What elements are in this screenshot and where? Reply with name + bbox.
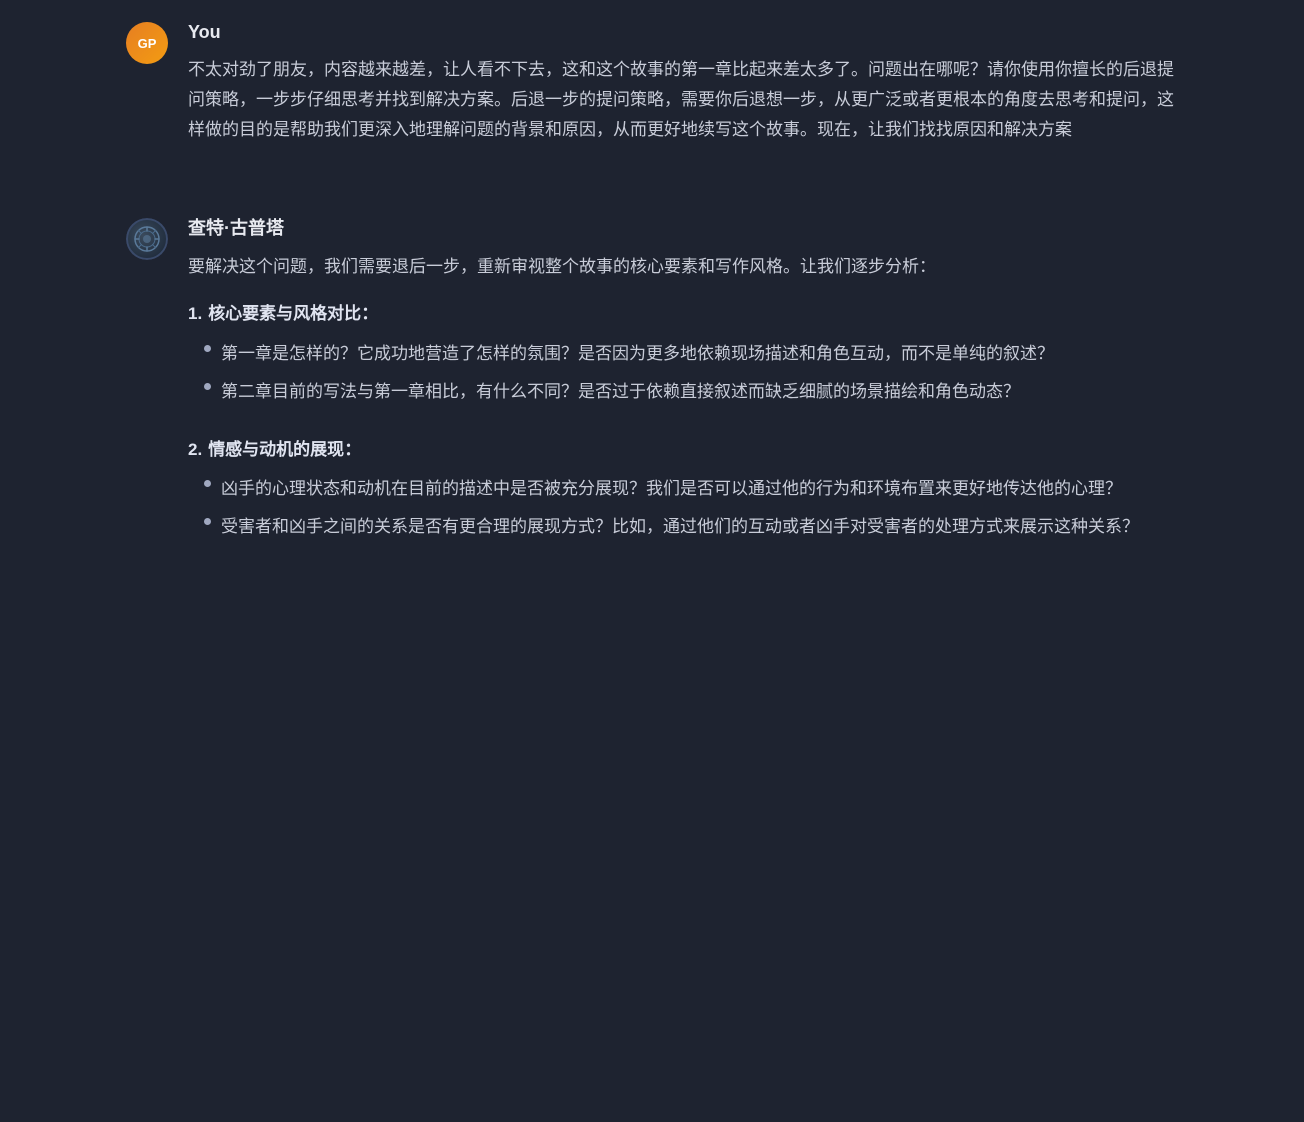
ai-message-content: 查特·古普塔 要解决这个问题，我们需要退后一步，重新审视整个故事的核心要素和写作… <box>188 216 1178 569</box>
user-text-paragraph: 不太对劲了朋友，内容越来越差，让人看不下去，这和这个故事的第一章比起来差太多了。… <box>188 55 1178 144</box>
section-2-number: 2. <box>188 435 202 465</box>
section-1-header: 1. 核心要素与风格对比： <box>188 299 1178 329</box>
section-item-2: 2. 情感与动机的展现： 凶手的心理状态和动机在目前的描述中是否被充分展现？我们… <box>188 435 1178 554</box>
section-1-bullet-2: 第二章目前的写法与第一章相比，有什么不同？是否过于依赖直接叙述而缺乏细腻的场景描… <box>204 377 1178 407</box>
user-message-content: You 不太对劲了朋友，内容越来越差，让人看不下去，这和这个故事的第一章比起来差… <box>188 20 1178 156</box>
user-avatar: GP <box>126 22 168 64</box>
section-2-bullet-1: 凶手的心理状态和动机在目前的描述中是否被充分展现？我们是否可以通过他的行为和环境… <box>204 474 1178 504</box>
ai-section-list: 1. 核心要素与风格对比： 第一章是怎样的？它成功地营造了怎样的氛围？是否因为更… <box>188 299 1178 554</box>
section-2-title-suffix: ： <box>344 440 361 459</box>
ai-message-text: 要解决这个问题，我们需要退后一步，重新审视整个故事的核心要素和写作风格。让我们逐… <box>188 252 1178 554</box>
section-2-title-bold: 情感与动机的展现 <box>208 440 344 459</box>
user-avatar-label: GP <box>138 36 157 51</box>
ai-message-block: 查特·古普塔 要解决这个问题，我们需要退后一步，重新审视整个故事的核心要素和写作… <box>126 216 1178 569</box>
section-2-bullets: 凶手的心理状态和动机在目前的描述中是否被充分展现？我们是否可以通过他的行为和环境… <box>188 474 1178 550</box>
user-sender-name: You <box>188 20 1178 45</box>
section-1-title: 核心要素与风格对比： <box>208 299 378 329</box>
ai-sender-name: 查特·古普塔 <box>188 216 1178 241</box>
divider <box>126 196 1178 216</box>
section-2-bullet-1-text: 凶手的心理状态和动机在目前的描述中是否被充分展现？我们是否可以通过他的行为和环境… <box>221 474 1122 504</box>
section-1-bullets: 第一章是怎样的？它成功地营造了怎样的氛围？是否因为更多地依赖现场描述和角色互动，… <box>188 339 1178 415</box>
bullet-dot-icon <box>204 345 211 352</box>
section-1-bullet-2-text: 第二章目前的写法与第一章相比，有什么不同？是否过于依赖直接叙述而缺乏细腻的场景描… <box>221 377 1020 407</box>
section-1-title-suffix: ： <box>361 304 378 323</box>
user-message-text: 不太对劲了朋友，内容越来越差，让人看不下去，这和这个故事的第一章比起来差太多了。… <box>188 55 1178 144</box>
section-1-bullet-1-text: 第一章是怎样的？它成功地营造了怎样的氛围？是否因为更多地依赖现场描述和角色互动，… <box>221 339 1054 369</box>
section-2-bullet-2: 受害者和凶手之间的关系是否有更合理的展现方式？比如，通过他们的互动或者凶手对受害… <box>204 512 1178 542</box>
bullet-dot-icon <box>204 480 211 487</box>
section-1-bullet-1: 第一章是怎样的？它成功地营造了怎样的氛围？是否因为更多地依赖现场描述和角色互动，… <box>204 339 1178 369</box>
section-2-title: 情感与动机的展现： <box>208 435 361 465</box>
chat-container: GP You 不太对劲了朋友，内容越来越差，让人看不下去，这和这个故事的第一章比… <box>102 0 1202 630</box>
section-1-number: 1. <box>188 299 202 329</box>
ai-logo-icon <box>133 225 161 253</box>
section-1-title-bold: 核心要素与风格对比 <box>208 304 361 323</box>
bullet-dot-icon <box>204 518 211 525</box>
section-2-bullet-2-text: 受害者和凶手之间的关系是否有更合理的展现方式？比如，通过他们的互动或者凶手对受害… <box>221 512 1139 542</box>
section-item-1: 1. 核心要素与风格对比： 第一章是怎样的？它成功地营造了怎样的氛围？是否因为更… <box>188 299 1178 418</box>
section-2-header: 2. 情感与动机的展现： <box>188 435 1178 465</box>
user-message-block: GP You 不太对劲了朋友，内容越来越差，让人看不下去，这和这个故事的第一章比… <box>126 20 1178 156</box>
ai-avatar-inner <box>126 218 168 260</box>
bullet-dot-icon <box>204 383 211 390</box>
ai-intro-paragraph: 要解决这个问题，我们需要退后一步，重新审视整个故事的核心要素和写作风格。让我们逐… <box>188 252 1178 282</box>
ai-avatar <box>126 218 168 260</box>
